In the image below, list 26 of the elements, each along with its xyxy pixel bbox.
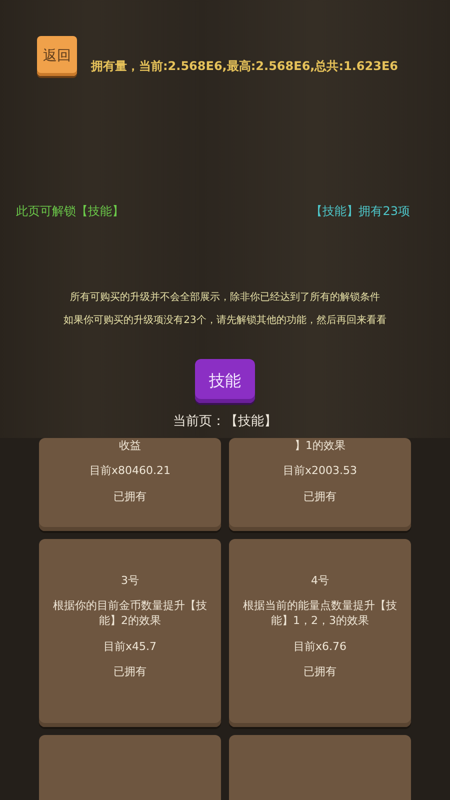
card-text: 根据当前的能量点数量提升【技能】1，2，3的效果: [242, 598, 398, 629]
upgrade-card[interactable]: 4号 根据当前的能量点数量提升【技能】1，2，3的效果 目前x6.76 已拥有: [229, 539, 411, 727]
unlock-text: 此页可解锁【技能】: [16, 203, 124, 220]
card-text: 目前x2003.53: [283, 463, 357, 479]
card-text: 收益: [119, 438, 141, 454]
upgrade-card[interactable]: 3号 根据你的目前金币数量提升【技能】2的效果 目前x45.7 已拥有: [39, 539, 221, 727]
stats-text: 拥有量，当前:2.568E6,最高:2.568E6,总共:1.623E6: [91, 58, 398, 75]
card-text: 4号: [311, 572, 329, 588]
card-text: 已拥有: [304, 488, 336, 504]
card-text: 根据你的目前金币数量提升【技能】2的效果: [52, 598, 208, 629]
card-text: 已拥有: [114, 664, 146, 680]
card-text: 目前x45.7: [103, 638, 156, 654]
current-page-label: 当前页：【技能】: [173, 413, 277, 430]
note-text: 如果你可购买的升级项没有23个，请先解锁其他的功能，然后再回来看看: [64, 314, 386, 327]
card-text: 】1的效果: [294, 438, 346, 454]
card-text: 目前x6.76: [293, 638, 346, 654]
upgrade-card[interactable]: 收益 目前x80460.21 已拥有: [39, 438, 221, 531]
note-text: 所有可购买的升级并不会全部展示，除非你已经达到了所有的解锁条件: [70, 290, 380, 304]
owned-count: 【技能】拥有23项: [310, 203, 410, 220]
card-text: 3号: [121, 572, 139, 588]
upgrade-card[interactable]: 】1的效果 目前x2003.53 已拥有: [229, 438, 411, 531]
back-button[interactable]: 返回: [37, 36, 77, 76]
card-text: 已拥有: [304, 664, 336, 680]
card-text: 目前x80460.21: [90, 463, 170, 479]
card-text: 已拥有: [114, 488, 146, 504]
category-button[interactable]: 技能: [195, 359, 255, 403]
